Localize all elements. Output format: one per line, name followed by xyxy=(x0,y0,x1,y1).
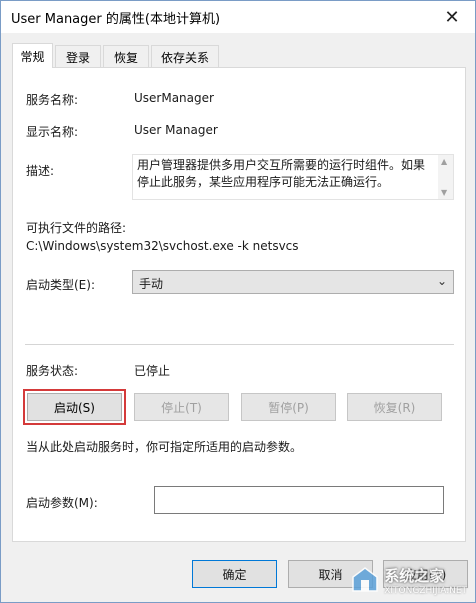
start-button[interactable]: 启动(S) xyxy=(23,389,126,425)
start-params-hint: 当从此处启动服务时，你可指定所适用的启动参数。 xyxy=(26,440,303,454)
chevron-down-icon: ⌄ xyxy=(436,274,447,288)
startup-type-label: 启动类型(E): xyxy=(26,278,95,292)
watermark-subtext: XITONGZHIJIA.NET xyxy=(384,585,467,596)
watermark-logo-icon xyxy=(352,567,378,592)
tab-general[interactable]: 常规 xyxy=(12,43,53,68)
title-bar[interactable]: User Manager 的属性(本地计算机) ✕ xyxy=(1,1,475,33)
close-icon: ✕ xyxy=(444,6,460,28)
general-panel: 服务名称: UserManager 显示名称: User Manager 描述:… xyxy=(12,67,466,542)
startup-type-value: 手动 xyxy=(139,277,164,291)
tab-recovery[interactable]: 恢复 xyxy=(103,45,149,67)
startup-type-select[interactable]: 手动 ⌄ xyxy=(132,270,454,294)
start-params-label: 启动参数(M): xyxy=(26,496,98,510)
resume-button[interactable]: 恢复(R) xyxy=(347,393,442,421)
service-name-value: UserManager xyxy=(134,91,214,105)
display-name-value: User Manager xyxy=(134,123,218,137)
properties-dialog: User Manager 的属性(本地计算机) ✕ 常规 登录 恢复 依存关系 … xyxy=(0,0,476,603)
window-title: User Manager 的属性(本地计算机) xyxy=(11,12,221,27)
exe-path-value: C:\Windows\system32\svchost.exe -k netsv… xyxy=(26,239,299,253)
stop-button[interactable]: 停止(T) xyxy=(134,393,229,421)
watermark-text: 系统之家 xyxy=(384,566,445,585)
watermark-text-group: 系统之家 XITONGZHIJIA.NET xyxy=(384,565,467,596)
display-name-label: 显示名称: xyxy=(26,125,79,139)
scroll-down-icon[interactable]: ▼ xyxy=(441,188,447,197)
description-scrollbar[interactable]: ▲ ▼ xyxy=(438,155,453,199)
tab-dependencies[interactable]: 依存关系 xyxy=(151,45,219,67)
divider xyxy=(25,344,454,345)
description-box[interactable]: 用户管理器提供多用户交互所需要的运行时组件。如果停止此服务，某些应用程序可能无法… xyxy=(132,154,454,200)
close-button[interactable]: ✕ xyxy=(429,1,475,33)
start-params-input[interactable] xyxy=(154,486,444,514)
description-label: 描述: xyxy=(26,164,55,178)
exe-path-label: 可执行文件的路径: xyxy=(26,221,127,235)
ok-button[interactable]: 确定 xyxy=(192,560,277,588)
tab-logon[interactable]: 登录 xyxy=(55,45,101,67)
service-status-label: 服务状态: xyxy=(26,364,79,378)
service-status-value: 已停止 xyxy=(134,364,171,378)
description-text: 用户管理器提供多用户交互所需要的运行时组件。如果停止此服务，某些应用程序可能无法… xyxy=(137,158,426,189)
scroll-up-icon[interactable]: ▲ xyxy=(441,157,447,166)
pause-button[interactable]: 暂停(P) xyxy=(241,393,336,421)
service-name-label: 服务名称: xyxy=(26,93,79,107)
watermark: 系统之家 XITONGZHIJIA.NET xyxy=(307,562,467,598)
